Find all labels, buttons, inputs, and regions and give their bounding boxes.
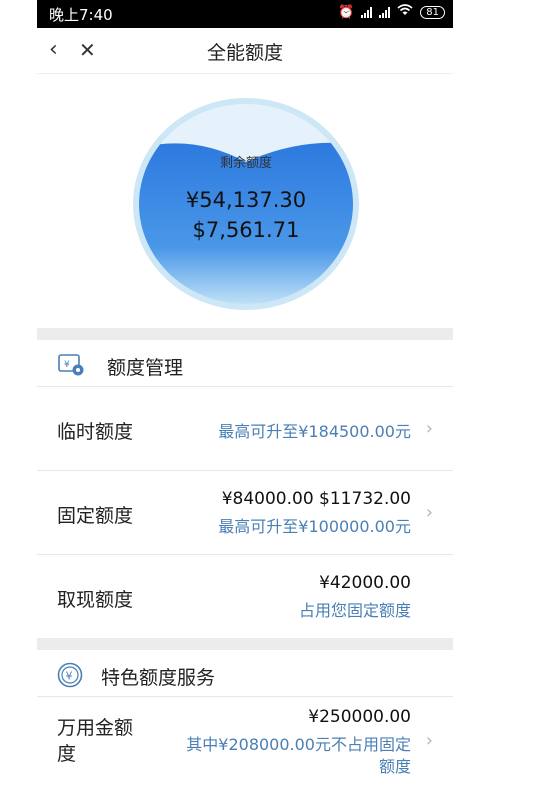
section-divider xyxy=(37,328,453,340)
list-item-fixed-quota[interactable]: 固定额度 ¥84000.00 $11732.00 最高可升至¥100000.00… xyxy=(37,470,453,554)
yen-coin-icon: ¥ xyxy=(57,662,83,688)
row-name-line2: 度 xyxy=(57,743,77,765)
remaining-amount-usd: $7,561.71 xyxy=(192,218,300,242)
row-sub: 最高可升至¥100000.00元 xyxy=(218,517,411,536)
page-title: 全能额度 xyxy=(206,42,283,64)
quota-card-icon: ¥ xyxy=(57,352,84,376)
list-item-versatile-quota[interactable]: 万用金额 度 ¥250000.00 其中¥208000.00元不占用固定 额度 … xyxy=(37,696,453,782)
quota-management-title: 额度管理 xyxy=(107,357,184,379)
row-sub: 占用您固定额度 xyxy=(298,601,411,620)
row-name: 临时额度 xyxy=(57,421,134,443)
remaining-amount-cny: ¥54,137.30 xyxy=(185,188,307,212)
svg-text:¥: ¥ xyxy=(64,360,70,370)
chevron-right-icon: › xyxy=(425,502,433,523)
nav-bar: ‹ ✕ 全能额度 xyxy=(37,28,453,74)
list-item-temporary-quota[interactable]: 临时额度 最高可升至¥184500.00元 › xyxy=(37,386,453,470)
signal-icon xyxy=(379,6,391,18)
status-bar: 晚上7:40 ⏰ 81 xyxy=(37,0,453,28)
row-name: 固定额度 xyxy=(57,505,134,527)
row-value: ¥42000.00 xyxy=(319,573,411,593)
special-services-title: 特色额度服务 xyxy=(101,667,216,689)
signal-icon xyxy=(361,6,373,18)
row-value: ¥250000.00 xyxy=(308,707,411,727)
status-icons: ⏰ 81 xyxy=(338,4,445,20)
phone-screen: 晚上7:40 ⏰ 81 ‹ ✕ 全能额度 剩余额度 ¥54,137.30 $7,… xyxy=(37,0,453,810)
quota-management-header: ¥ 额度管理 xyxy=(37,340,453,388)
section-divider xyxy=(37,638,453,650)
wifi-icon xyxy=(397,4,413,20)
row-value: ¥84000.00 $11732.00 xyxy=(221,489,411,509)
remaining-quota-label: 剩余额度 xyxy=(219,156,272,171)
row-sub-line2: 额度 xyxy=(378,757,411,776)
chevron-right-icon: › xyxy=(425,730,433,751)
remaining-quota-gauge: 剩余额度 ¥54,137.30 $7,561.71 xyxy=(133,98,359,310)
battery-icon: 81 xyxy=(420,5,445,19)
list-item-cash-quota[interactable]: 取现额度 ¥42000.00 占用您固定额度 xyxy=(37,554,453,638)
alarm-icon: ⏰ xyxy=(338,4,355,20)
status-time: 晚上7:40 xyxy=(49,6,113,24)
svg-text:¥: ¥ xyxy=(66,670,73,683)
chevron-right-icon: › xyxy=(425,418,433,439)
row-sub-line1: 其中¥208000.00元不占用固定 xyxy=(186,735,411,754)
row-name-line1: 万用金额 xyxy=(57,717,134,739)
special-services-header: ¥ 特色额度服务 xyxy=(37,650,453,698)
row-name: 取现额度 xyxy=(57,589,134,611)
row-sub: 最高可升至¥184500.00元 xyxy=(218,422,411,441)
